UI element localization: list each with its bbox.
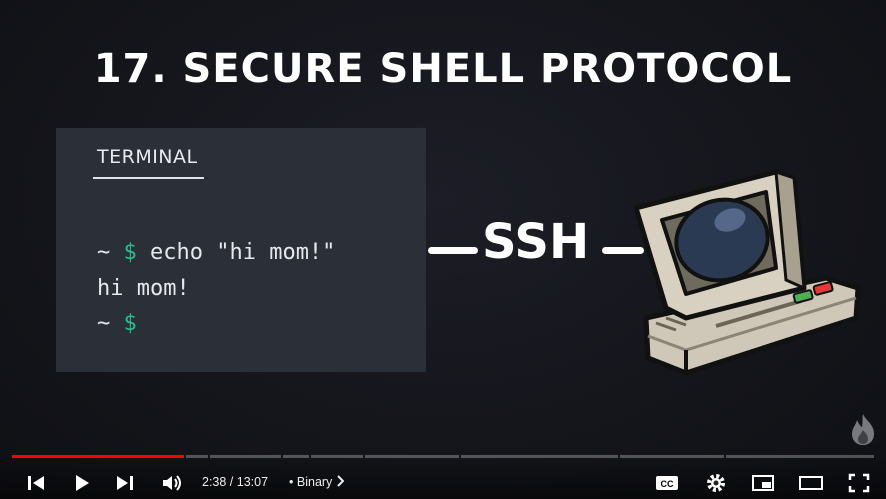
svg-text:CC: CC bbox=[661, 479, 674, 489]
theater-mode-button[interactable] bbox=[797, 470, 825, 496]
terminal-line-command: ~ $ echo "hi mom!" bbox=[97, 240, 335, 265]
captions-icon: CC bbox=[656, 476, 678, 490]
terminal-command: echo "hi mom!" bbox=[136, 240, 336, 265]
ssh-connector: SSH bbox=[426, 214, 646, 274]
terminal-prompt-tilde: ~ bbox=[97, 240, 124, 265]
time-display: 2:38 / 13:07 bbox=[202, 475, 269, 489]
fullscreen-button[interactable] bbox=[846, 470, 872, 496]
terminal-line-output: hi mom! bbox=[97, 276, 190, 301]
retro-computer-illustration bbox=[626, 168, 866, 383]
chapter-segment[interactable] bbox=[461, 455, 618, 458]
terminal-window: TERMINAL ~ $ echo "hi mom!" hi mom! ~ $ bbox=[56, 128, 426, 372]
captions-button[interactable]: CC bbox=[654, 470, 680, 496]
chapter-segment[interactable] bbox=[365, 455, 459, 458]
play-icon bbox=[76, 475, 89, 491]
terminal-tab-underline bbox=[93, 177, 204, 179]
settings-button[interactable] bbox=[703, 470, 729, 496]
terminal-tab-label: TERMINAL bbox=[97, 146, 198, 168]
next-button[interactable] bbox=[113, 470, 137, 496]
theater-mode-icon bbox=[799, 476, 823, 490]
chapter-title[interactable]: • Binary bbox=[289, 475, 345, 490]
terminal-prompt-dollar: $ bbox=[123, 311, 137, 336]
terminal-line-prompt: ~ $ bbox=[97, 311, 137, 336]
video-frame[interactable]: 17. SECURE SHELL PROTOCOL TERMINAL ~ $ e… bbox=[0, 0, 886, 499]
progress-bar[interactable] bbox=[12, 455, 874, 458]
chapter-segment[interactable] bbox=[283, 455, 309, 458]
progress-played bbox=[12, 455, 184, 458]
chevron-right-icon bbox=[336, 475, 345, 490]
terminal-prompt-dollar: $ bbox=[123, 240, 137, 265]
volume-icon bbox=[163, 475, 181, 491]
slide-title: 17. SECURE SHELL PROTOCOL bbox=[93, 46, 793, 92]
fire-logo-icon bbox=[848, 412, 878, 446]
gear-icon bbox=[707, 474, 725, 492]
volume-button[interactable] bbox=[160, 470, 186, 496]
chapter-label: Binary bbox=[296, 475, 333, 489]
next-icon bbox=[117, 476, 133, 490]
chapter-separator: • bbox=[289, 475, 294, 489]
terminal-prompt-tilde: ~ bbox=[97, 311, 124, 336]
chapter-segment[interactable] bbox=[186, 455, 208, 458]
previous-icon bbox=[28, 476, 44, 490]
chapter-segment[interactable] bbox=[620, 455, 724, 458]
previous-button[interactable] bbox=[24, 470, 48, 496]
chapter-segment[interactable] bbox=[210, 455, 281, 458]
chapter-segment[interactable] bbox=[311, 455, 363, 458]
ssh-label: SSH bbox=[482, 214, 590, 270]
fullscreen-icon bbox=[848, 473, 870, 493]
play-button[interactable] bbox=[70, 470, 94, 496]
chapter-segment[interactable] bbox=[726, 455, 874, 458]
miniplayer-icon bbox=[752, 475, 774, 491]
connector-line-left bbox=[428, 247, 478, 254]
miniplayer-button[interactable] bbox=[750, 470, 776, 496]
video-player[interactable]: 17. SECURE SHELL PROTOCOL TERMINAL ~ $ e… bbox=[0, 0, 886, 499]
